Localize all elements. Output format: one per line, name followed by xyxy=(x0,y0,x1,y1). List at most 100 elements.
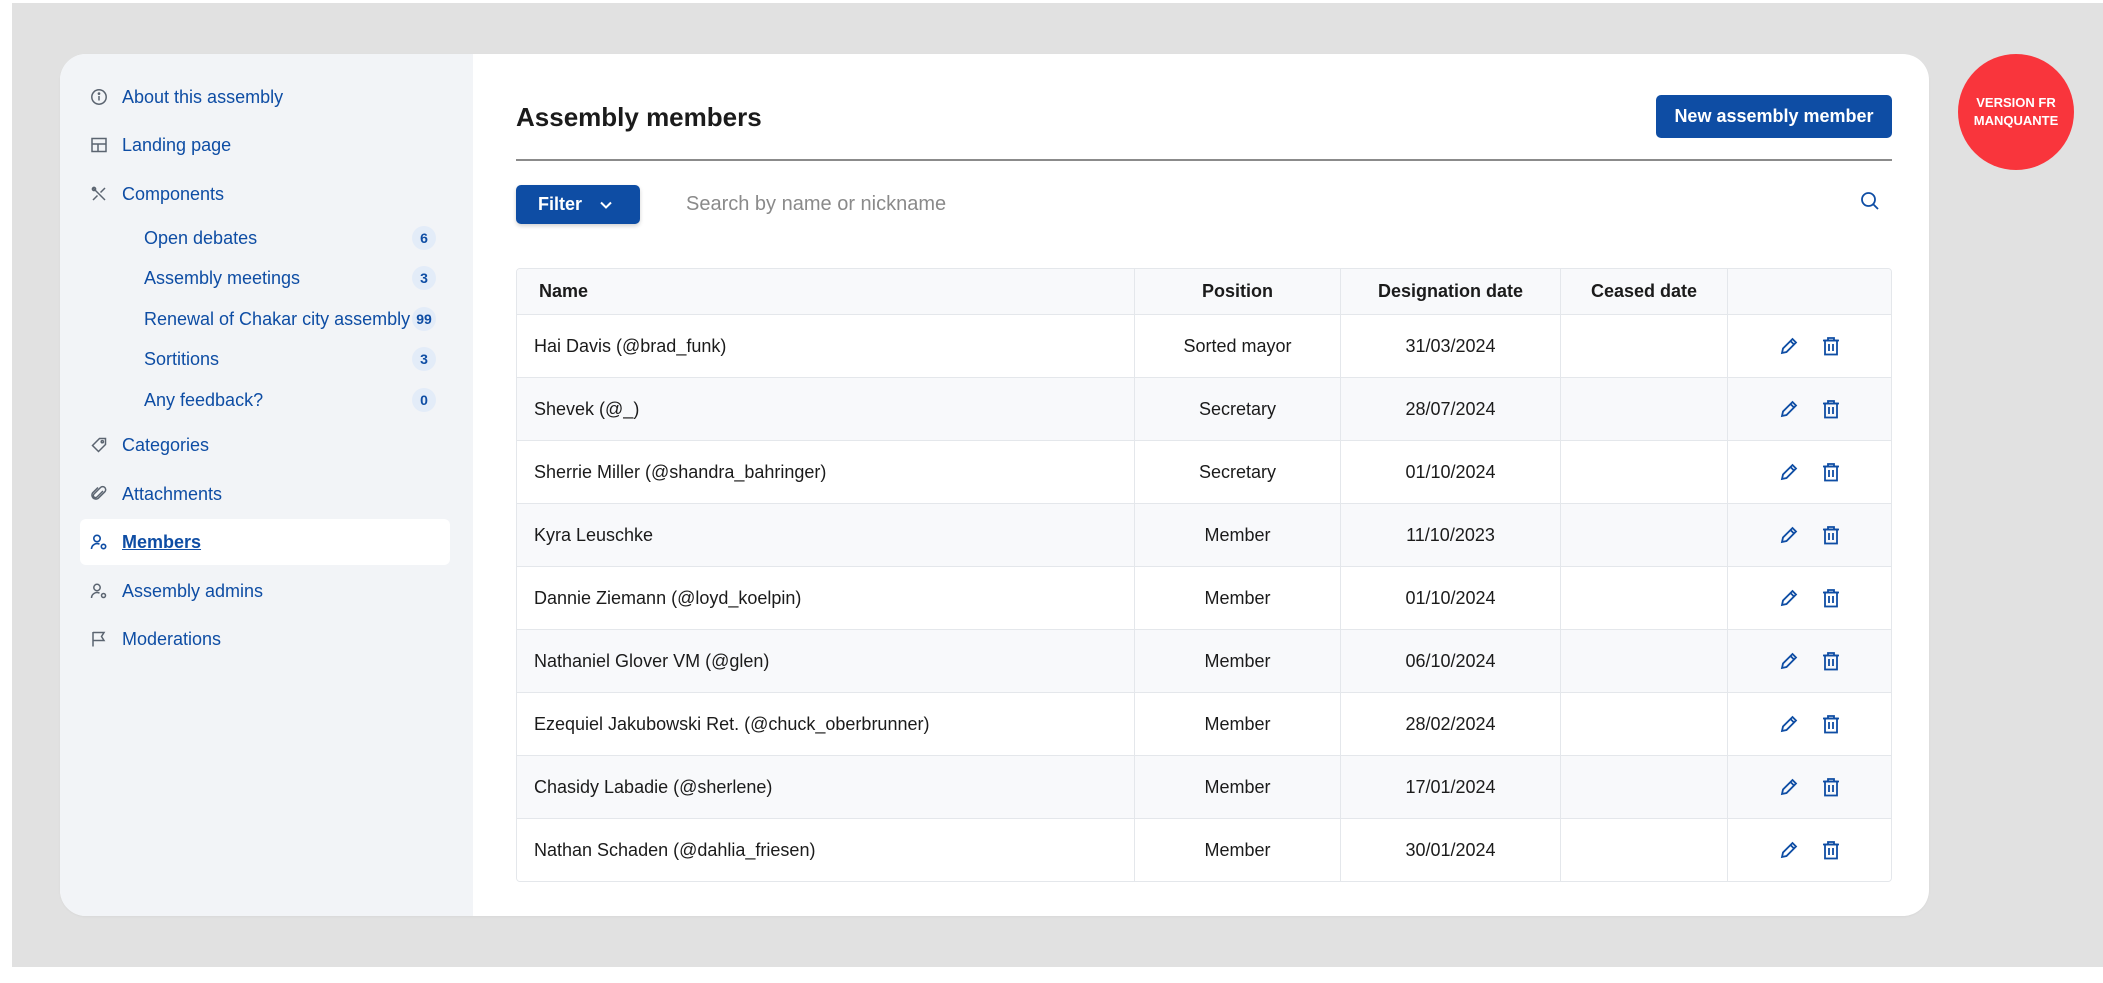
pencil-icon[interactable] xyxy=(1778,713,1800,735)
count-badge: 6 xyxy=(412,226,436,250)
sidebar-item-members[interactable]: Members xyxy=(80,519,450,565)
sidebar-item-attachments[interactable]: Attachments xyxy=(80,471,450,517)
table-row: Hai Davis (@brad_funk) Sorted mayor 31/0… xyxy=(517,314,1891,377)
member-position: Member xyxy=(1135,630,1341,692)
sidebar: About this assembly Landing page Compone… xyxy=(60,54,473,916)
member-position: Member xyxy=(1135,567,1341,629)
sidebar-item-label: Assembly admins xyxy=(122,580,264,601)
sidebar-item-categories[interactable]: Categories xyxy=(80,422,450,468)
table-row: Sherrie Miller (@shandra_bahringer) Secr… xyxy=(517,440,1891,503)
column-header-ceased-date[interactable]: Ceased date xyxy=(1561,269,1728,314)
count-badge: 99 xyxy=(412,307,436,331)
member-designation-date: 01/10/2024 xyxy=(1341,441,1561,503)
member-ceased-date xyxy=(1561,441,1728,503)
pencil-icon[interactable] xyxy=(1778,839,1800,861)
layout-icon xyxy=(90,136,108,154)
component-label: Renewal of Chakar city assembly xyxy=(144,308,411,329)
pencil-icon[interactable] xyxy=(1778,776,1800,798)
trash-icon[interactable] xyxy=(1820,524,1842,546)
table-row: Chasidy Labadie (@sherlene) Member 17/01… xyxy=(517,755,1891,818)
row-actions xyxy=(1728,378,1891,440)
pencil-icon[interactable] xyxy=(1778,524,1800,546)
member-ceased-date xyxy=(1561,756,1728,818)
trash-icon[interactable] xyxy=(1820,461,1842,483)
pencil-icon[interactable] xyxy=(1778,461,1800,483)
table-row: Nathaniel Glover VM (@glen) Member 06/10… xyxy=(517,629,1891,692)
component-item-renewal[interactable]: Renewal of Chakar city assembly 99 xyxy=(144,302,450,336)
count-badge: 0 xyxy=(412,388,436,412)
member-name: Nathan Schaden (@dahlia_friesen) xyxy=(517,819,1135,881)
trash-icon[interactable] xyxy=(1820,335,1842,357)
sidebar-item-moderations[interactable]: Moderations xyxy=(80,616,450,662)
paperclip-icon xyxy=(90,485,108,503)
member-designation-date: 01/10/2024 xyxy=(1341,567,1561,629)
title-divider xyxy=(516,159,1892,161)
sidebar-item-label: About this assembly xyxy=(122,86,284,107)
sidebar-item-components[interactable]: Components xyxy=(80,171,450,217)
trash-icon[interactable] xyxy=(1820,839,1842,861)
component-label: Sortitions xyxy=(144,348,220,369)
user-settings-icon xyxy=(90,533,108,551)
table-row: Ezequiel Jakubowski Ret. (@chuck_oberbru… xyxy=(517,692,1891,755)
table-row: Shevek (@_) Secretary 28/07/2024 xyxy=(517,377,1891,440)
new-assembly-member-button[interactable]: New assembly member xyxy=(1656,95,1892,138)
sidebar-item-label: Attachments xyxy=(122,483,223,504)
component-item-assembly-meetings[interactable]: Assembly meetings 3 xyxy=(144,261,450,295)
table-row: Dannie Ziemann (@loyd_koelpin) Member 01… xyxy=(517,566,1891,629)
member-name: Shevek (@_) xyxy=(517,378,1135,440)
trash-icon[interactable] xyxy=(1820,587,1842,609)
sidebar-item-landing-page[interactable]: Landing page xyxy=(80,122,450,168)
component-item-sortitions[interactable]: Sortitions 3 xyxy=(144,342,450,376)
trash-icon[interactable] xyxy=(1820,398,1842,420)
column-header-actions xyxy=(1728,269,1891,314)
pencil-icon[interactable] xyxy=(1778,587,1800,609)
member-name: Chasidy Labadie (@sherlene) xyxy=(517,756,1135,818)
component-item-open-debates[interactable]: Open debates 6 xyxy=(144,221,450,255)
member-position: Member xyxy=(1135,504,1341,566)
tools-icon xyxy=(90,185,108,203)
pencil-icon[interactable] xyxy=(1778,398,1800,420)
member-ceased-date xyxy=(1561,504,1728,566)
missing-translation-badge: VERSION FR MANQUANTE xyxy=(1958,54,2074,170)
filter-button[interactable]: Filter xyxy=(516,185,640,224)
member-designation-date: 11/10/2023 xyxy=(1341,504,1561,566)
count-badge: 3 xyxy=(412,266,436,290)
member-ceased-date xyxy=(1561,378,1728,440)
row-actions xyxy=(1728,504,1891,566)
row-actions xyxy=(1728,693,1891,755)
column-header-position[interactable]: Position xyxy=(1135,269,1341,314)
component-item-any-feedback[interactable]: Any feedback? 0 xyxy=(144,383,450,417)
component-label: Assembly meetings xyxy=(144,267,301,288)
sidebar-item-label: Components xyxy=(122,183,225,204)
trash-icon[interactable] xyxy=(1820,650,1842,672)
member-position: Member xyxy=(1135,756,1341,818)
sidebar-item-assembly-admins[interactable]: Assembly admins xyxy=(80,568,450,614)
member-name: Hai Davis (@brad_funk) xyxy=(517,315,1135,377)
member-designation-date: 06/10/2024 xyxy=(1341,630,1561,692)
sidebar-item-about[interactable]: About this assembly xyxy=(80,74,450,120)
column-header-designation-date[interactable]: Designation date xyxy=(1341,269,1561,314)
member-position: Secretary xyxy=(1135,441,1341,503)
trash-icon[interactable] xyxy=(1820,713,1842,735)
row-actions xyxy=(1728,315,1891,377)
search-input[interactable] xyxy=(686,182,1786,226)
component-label: Open debates xyxy=(144,227,258,248)
column-header-name[interactable]: Name xyxy=(517,269,1135,314)
member-ceased-date xyxy=(1561,693,1728,755)
members-table: Name Position Designation date Ceased da… xyxy=(516,268,1892,882)
sidebar-item-label: Landing page xyxy=(122,134,232,155)
row-actions xyxy=(1728,756,1891,818)
main-content: Assembly members New assembly member Fil… xyxy=(473,54,1929,916)
trash-icon[interactable] xyxy=(1820,776,1842,798)
pencil-icon[interactable] xyxy=(1778,335,1800,357)
search-icon[interactable] xyxy=(1859,190,1881,212)
sidebar-item-label: Members xyxy=(122,531,202,552)
row-actions xyxy=(1728,819,1891,881)
member-designation-date: 28/02/2024 xyxy=(1341,693,1561,755)
member-designation-date: 28/07/2024 xyxy=(1341,378,1561,440)
member-name: Dannie Ziemann (@loyd_koelpin) xyxy=(517,567,1135,629)
pencil-icon[interactable] xyxy=(1778,650,1800,672)
row-actions xyxy=(1728,567,1891,629)
member-position: Member xyxy=(1135,693,1341,755)
tag-icon xyxy=(90,436,108,454)
